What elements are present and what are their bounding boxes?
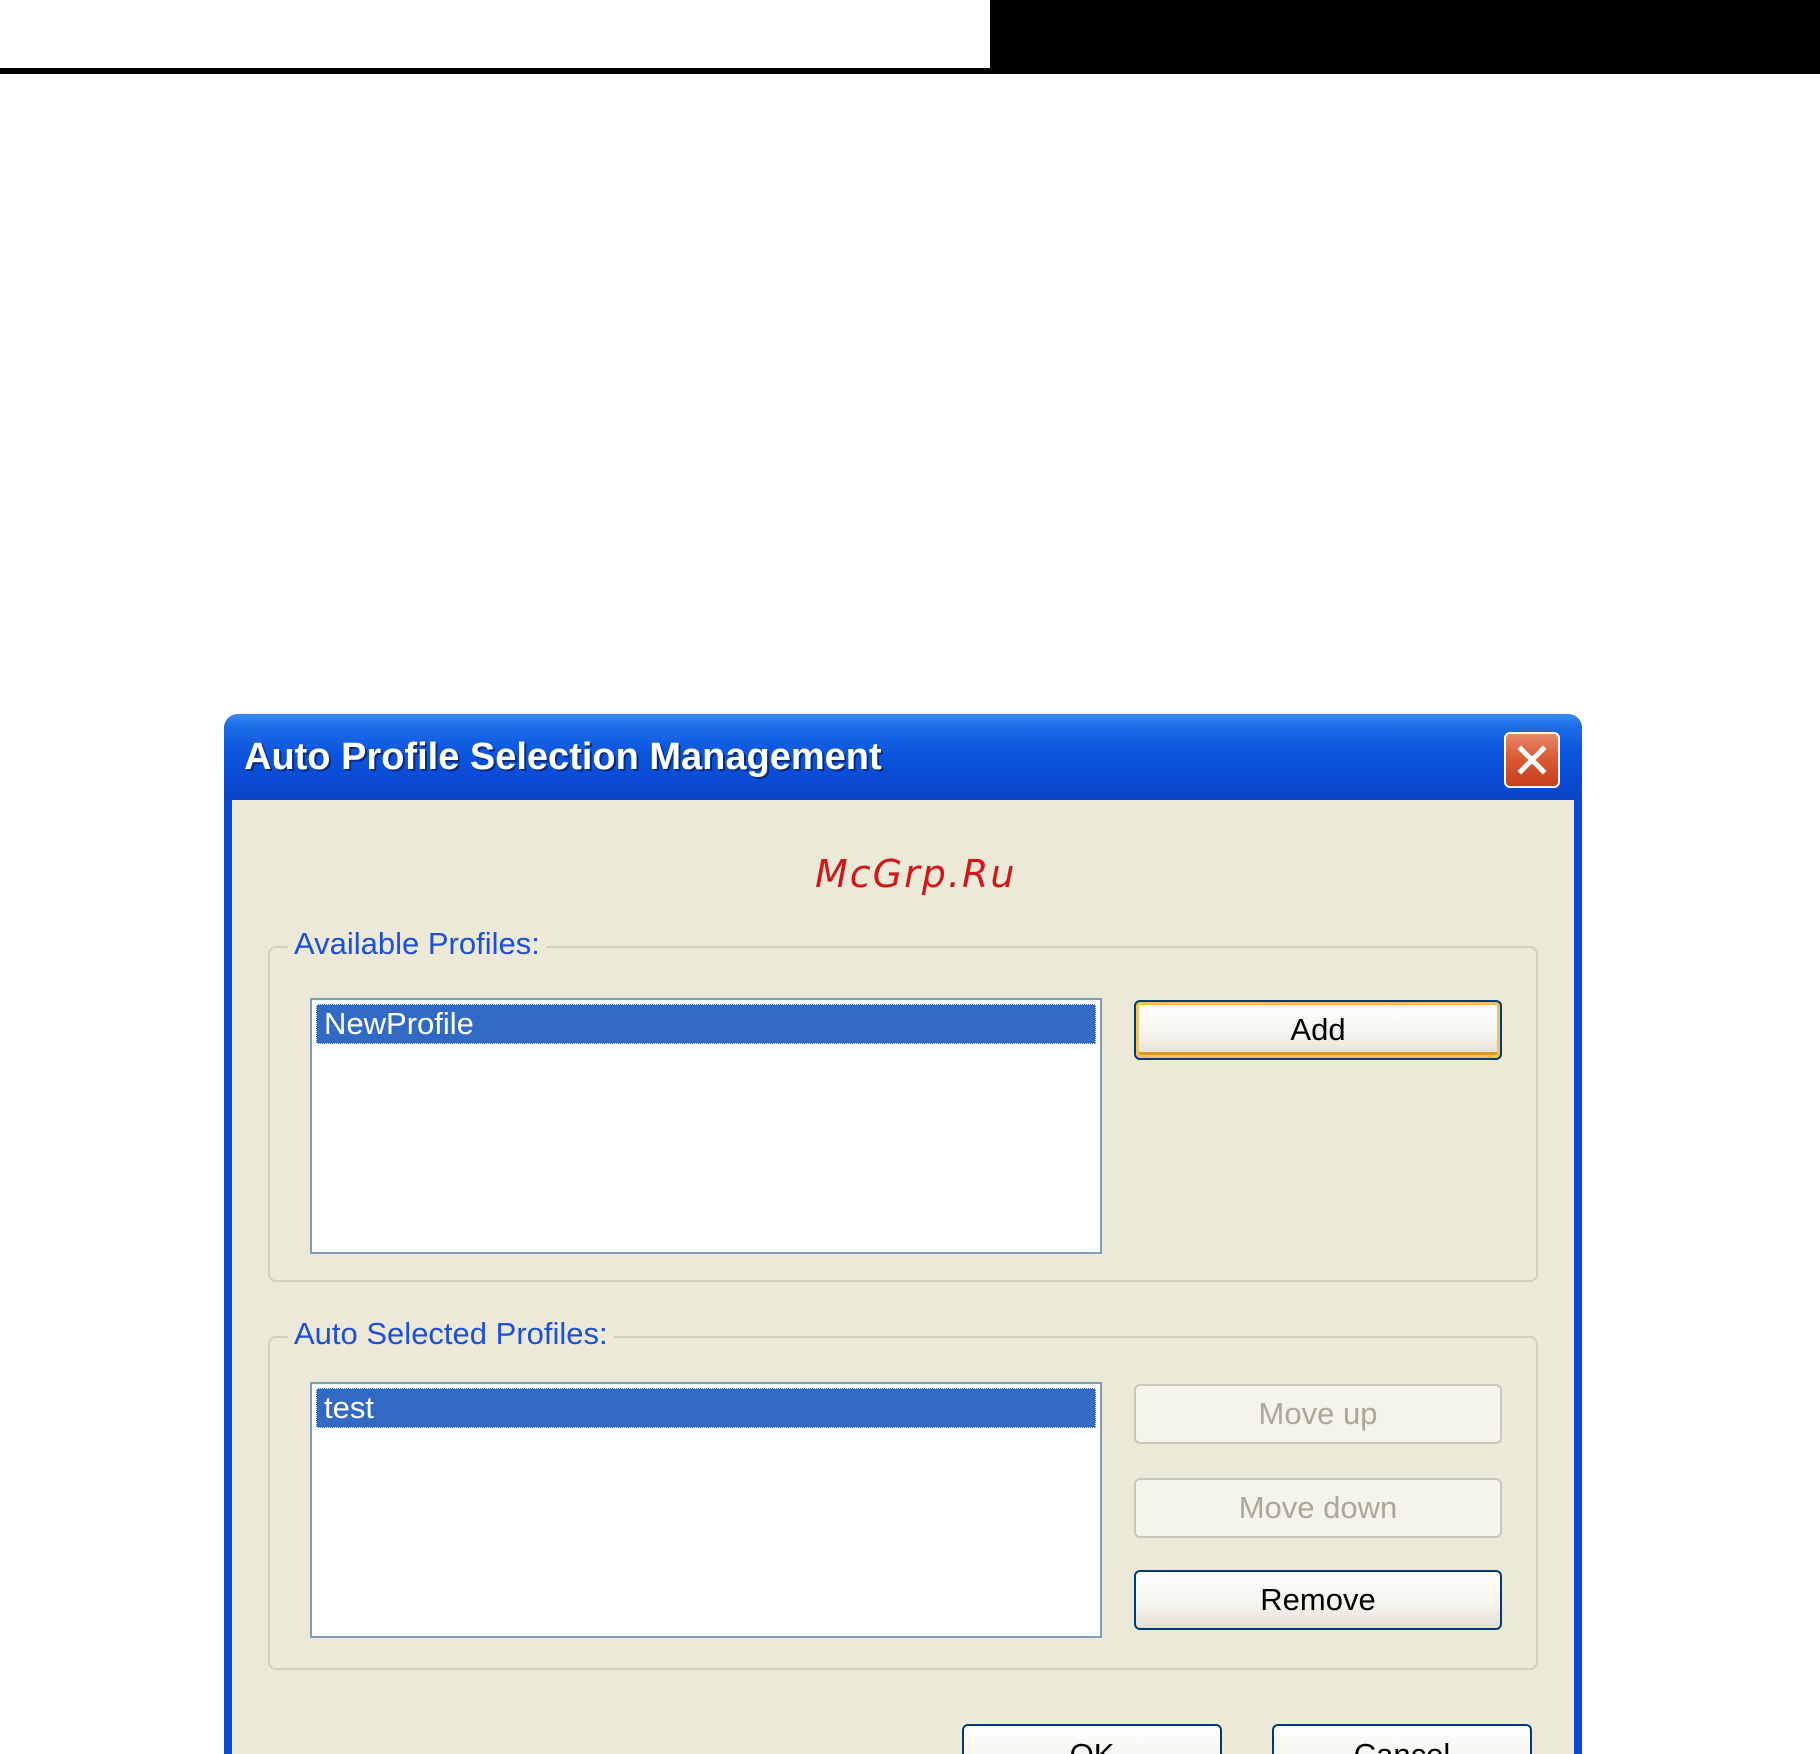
page: Auto Profile Selection Management Availa… <box>0 0 1820 1754</box>
title-bar[interactable]: Auto Profile Selection Management <box>224 714 1582 800</box>
page-header-block <box>990 0 1820 74</box>
move-down-button[interactable]: Move down <box>1134 1478 1502 1538</box>
list-item-test[interactable]: test <box>316 1388 1096 1428</box>
page-header-rule <box>0 68 1820 74</box>
auto-selected-profiles-list[interactable]: test <box>310 1382 1102 1638</box>
auto-selected-profiles-label: Auto Selected Profiles: <box>288 1316 614 1352</box>
dialog-client-area: Available Profiles: NewProfile Add Auto … <box>232 800 1574 1754</box>
list-item-newprofile[interactable]: NewProfile <box>316 1004 1096 1044</box>
available-profiles-label: Available Profiles: <box>288 926 546 962</box>
cancel-button[interactable]: Cancel <box>1272 1724 1532 1754</box>
ok-button[interactable]: OK <box>962 1724 1222 1754</box>
add-button[interactable]: Add <box>1134 1000 1502 1060</box>
move-up-button[interactable]: Move up <box>1134 1384 1502 1444</box>
watermark: McGrp.Ru <box>815 852 1017 896</box>
available-profiles-list[interactable]: NewProfile <box>310 998 1102 1254</box>
remove-button[interactable]: Remove <box>1134 1570 1502 1630</box>
window-title: Auto Profile Selection Management <box>244 736 882 778</box>
close-button[interactable] <box>1504 732 1560 788</box>
